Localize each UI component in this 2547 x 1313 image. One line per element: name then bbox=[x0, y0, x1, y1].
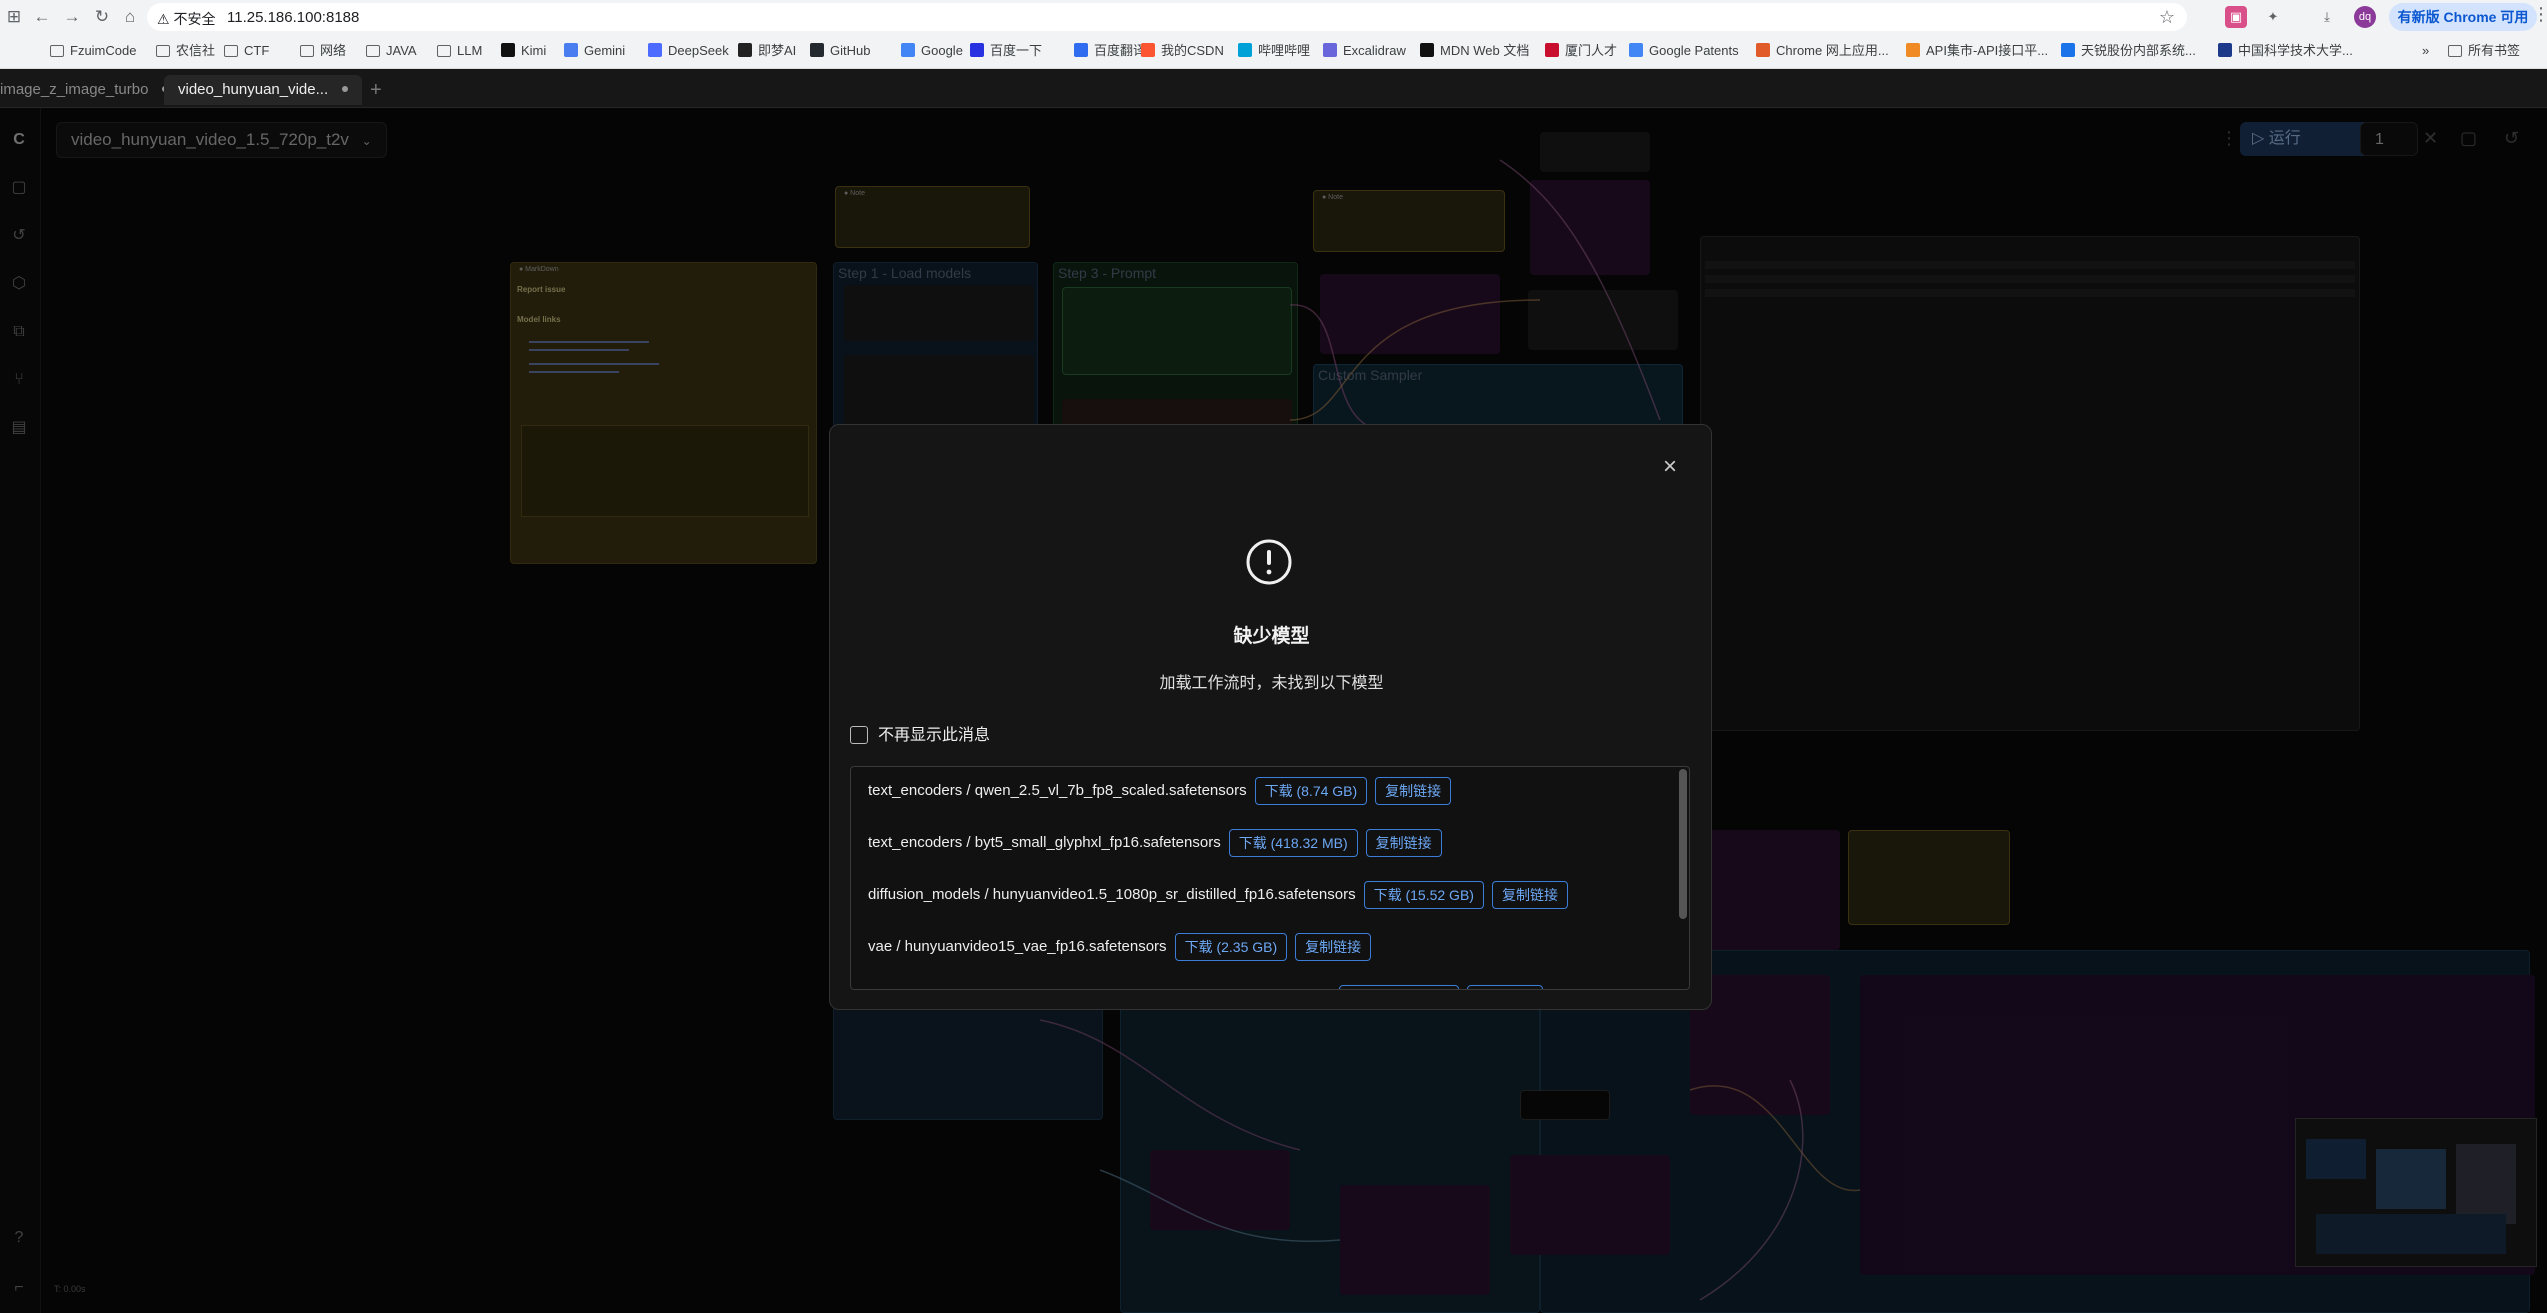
dont-show-again-label: 不再显示此消息 bbox=[878, 727, 991, 744]
download-button[interactable] bbox=[1339, 985, 1459, 989]
model-path: vae / hunyuanvideo15_vae_fp16.safetensor… bbox=[868, 938, 1167, 955]
download-button[interactable]: 下载 (418.32 MB) bbox=[1228, 829, 1358, 857]
list-item: text_encoders / qwen_2.5_vl_7b_fp8_scale… bbox=[868, 777, 1452, 805]
copy-link-button[interactable]: 复制链接 bbox=[1365, 829, 1442, 857]
list-scrollbar[interactable] bbox=[1679, 769, 1687, 919]
download-button[interactable]: 下载 (2.35 GB) bbox=[1174, 933, 1288, 961]
list-item: diffusion_models / hunyuanvideo1.5_1080p… bbox=[868, 881, 1568, 909]
dont-show-again-checkbox[interactable] bbox=[850, 726, 868, 744]
missing-models-list[interactable]: text_encoders / qwen_2.5_vl_7b_fp8_scale… bbox=[850, 766, 1690, 990]
list-item: vae / hunyuanvideo15_vae_fp16.safetensor… bbox=[868, 933, 1372, 961]
exclamation-circle-icon bbox=[1246, 539, 1292, 585]
close-icon[interactable]: × bbox=[1656, 453, 1684, 481]
download-button[interactable]: 下载 (15.52 GB) bbox=[1363, 881, 1484, 909]
copy-link-button[interactable]: 复制链接 bbox=[1295, 933, 1372, 961]
dialog-subtitle: 加载工作流时，未找到以下模型 bbox=[1159, 675, 1384, 692]
copy-link-button[interactable]: 复制链接 bbox=[1491, 881, 1568, 909]
list-item-partial bbox=[1331, 985, 1543, 989]
model-path: diffusion_models / hunyuanvideo1.5_1080p… bbox=[868, 886, 1356, 903]
copy-link-button[interactable] bbox=[1467, 985, 1543, 989]
copy-link-button[interactable]: 复制链接 bbox=[1375, 777, 1452, 805]
dialog-title: 缺少模型 bbox=[1233, 626, 1310, 647]
download-button[interactable]: 下载 (8.74 GB) bbox=[1254, 777, 1368, 805]
model-path: text_encoders / byt5_small_glyphxl_fp16.… bbox=[868, 834, 1221, 851]
missing-models-dialog: × 缺少模型 加载工作流时，未找到以下模型 不再显示此消息 text_encod… bbox=[829, 424, 1712, 1010]
model-path: text_encoders / qwen_2.5_vl_7b_fp8_scale… bbox=[868, 782, 1247, 799]
list-item: text_encoders / byt5_small_glyphxl_fp16.… bbox=[868, 829, 1442, 857]
